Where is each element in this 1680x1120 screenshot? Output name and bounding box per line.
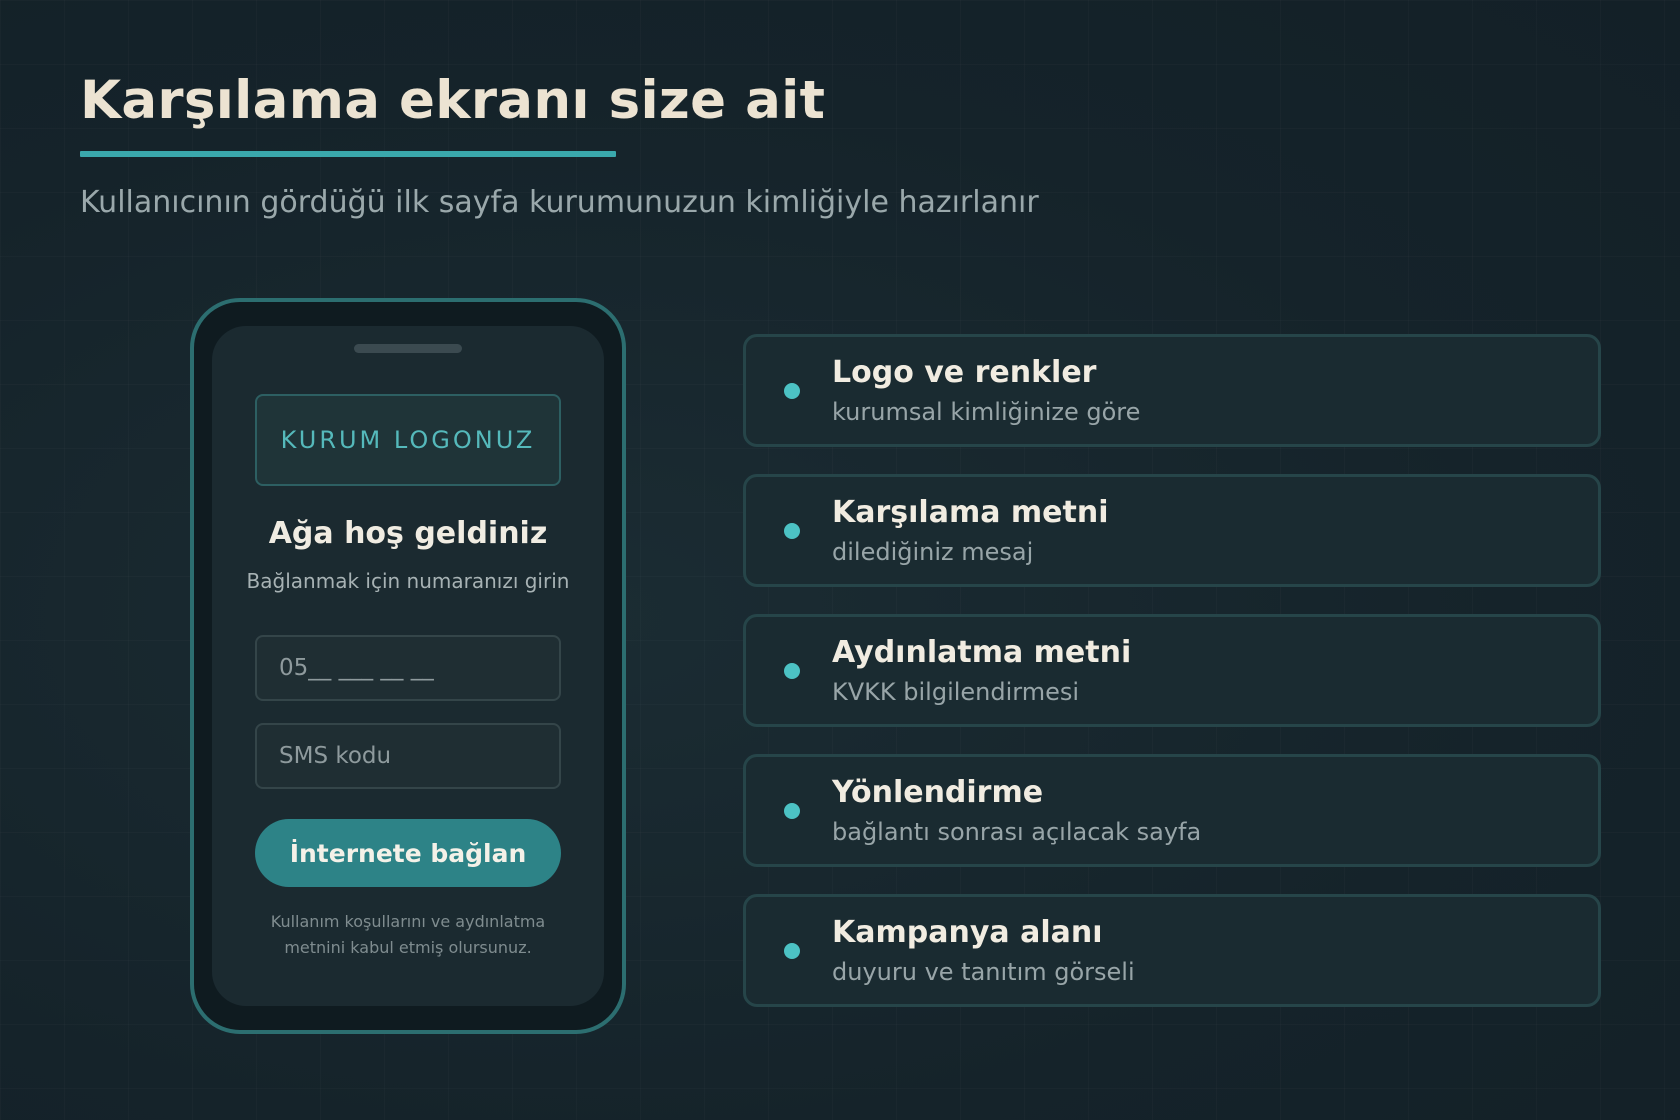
feature-description: duyuru ve tanıtım görseli (832, 958, 1135, 986)
welcome-subtitle: Bağlanmak için numaranızı girin (246, 569, 570, 593)
feature-card-campaign: Kampanya alanı duyuru ve tanıtım görseli (743, 894, 1601, 1007)
connect-button[interactable]: İnternete bağlan (255, 819, 561, 887)
feature-description: dilediğiniz mesaj (832, 538, 1034, 566)
feature-description: kurumsal kimliğinize göre (832, 398, 1141, 426)
feature-list: Logo ve renkler kurumsal kimliğinize gör… (743, 334, 1601, 1007)
feature-description: bağlantı sonrası açılacak sayfa (832, 818, 1202, 846)
dot-icon (784, 382, 800, 399)
feature-title: Yönlendirme (832, 775, 1044, 810)
feature-text: Logo ve renkler kurumsal kimliğinize gör… (832, 355, 1140, 426)
feature-title: Logo ve renkler (832, 355, 1097, 390)
dot-icon (784, 662, 800, 679)
dot-icon (784, 522, 800, 539)
feature-title: Kampanya alanı (832, 915, 1103, 950)
feature-title: Aydınlatma metni (832, 635, 1132, 670)
dot-icon (784, 802, 800, 819)
phone-mockup: KURUM LOGONUZ Ağa hoş geldiniz Bağlanmak… (190, 298, 626, 1034)
feature-text: Yönlendirme bağlantı sonrası açılacak sa… (832, 775, 1201, 846)
header: Karşılama ekranı size ait Kullanıcının g… (80, 70, 1039, 220)
feature-text: Aydınlatma metni KVKK bilgilendirmesi (832, 635, 1131, 706)
terms-text: Kullanım koşullarını ve aydınlatma metni… (270, 912, 546, 957)
welcome-title: Ağa hoş geldiniz (268, 516, 548, 551)
logo-placeholder: KURUM LOGONUZ (255, 394, 561, 486)
dot-icon (784, 942, 800, 959)
feature-text: Karşılama metni dilediğiniz mesaj (832, 495, 1109, 566)
feature-text: Kampanya alanı duyuru ve tanıtım görseli (832, 915, 1135, 986)
page-title: Karşılama ekranı size ait (80, 70, 826, 131)
feature-card-redirect: Yönlendirme bağlantı sonrası açılacak sa… (743, 754, 1601, 867)
feature-title: Karşılama metni (832, 495, 1109, 530)
phone-number-input[interactable]: 05__ ___ __ __ (255, 635, 561, 701)
feature-card-welcome-text: Karşılama metni dilediğiniz mesaj (743, 474, 1601, 587)
phone-speaker-notch (354, 344, 462, 353)
phone-screen: KURUM LOGONUZ Ağa hoş geldiniz Bağlanmak… (212, 326, 604, 1006)
feature-card-privacy-notice: Aydınlatma metni KVKK bilgilendirmesi (743, 614, 1601, 727)
feature-card-logo: Logo ve renkler kurumsal kimliğinize gör… (743, 334, 1601, 447)
title-underline (80, 151, 616, 157)
sms-code-input[interactable]: SMS kodu (255, 723, 561, 789)
page-subtitle: Kullanıcının gördüğü ilk sayfa kurumunuz… (80, 185, 1039, 220)
feature-description: KVKK bilgilendirmesi (832, 678, 1080, 706)
